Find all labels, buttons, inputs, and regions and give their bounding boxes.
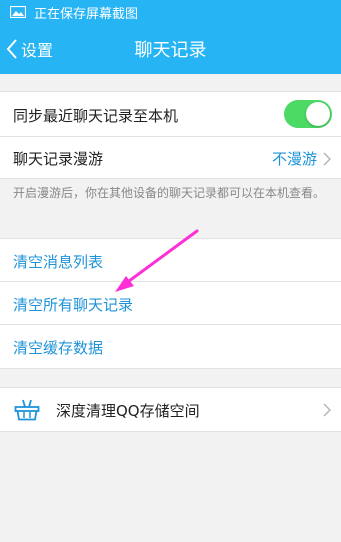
sync-label: 同步最近聊天记录至本机 (13, 107, 179, 125)
clear-cache-row[interactable]: 清空缓存数据 (0, 324, 341, 369)
app-header: 正在保存屏幕截图 设置 聊天记录 (0, 0, 341, 74)
chevron-right-icon (323, 403, 331, 417)
roaming-label: 聊天记录漫游 (13, 150, 104, 168)
status-text: 正在保存屏幕截图 (34, 6, 139, 22)
deep-clean-label: 深度清理QQ存储空间 (56, 402, 200, 420)
image-icon (10, 6, 26, 18)
roaming-value: 不漫游 (271, 150, 317, 168)
toggle-knob (306, 102, 330, 126)
sync-row: 同步最近聊天记录至本机 (0, 91, 341, 137)
chevron-right-icon (323, 152, 331, 166)
status-bar: 正在保存屏幕截图 (0, 0, 341, 24)
roaming-row[interactable]: 聊天记录漫游 不漫游 (0, 136, 341, 179)
deep-clean-row[interactable]: 深度清理QQ存储空间 (0, 387, 341, 432)
broom-basket-icon (14, 399, 40, 421)
nav-bar: 设置 聊天记录 (0, 24, 341, 74)
roaming-hint: 开启漫游后，你在其他设备的聊天记录都可以在本机查看。 (13, 186, 326, 200)
clear-all-chat-history-link[interactable]: 清空所有聊天记录 (13, 294, 133, 315)
clear-message-list-row[interactable]: 清空消息列表 (0, 238, 341, 282)
page-title: 聊天记录 (134, 40, 207, 61)
clear-cache-link[interactable]: 清空缓存数据 (13, 337, 103, 358)
clear-message-list-link[interactable]: 清空消息列表 (13, 251, 103, 272)
clear-all-chat-history-row[interactable]: 清空所有聊天记录 (0, 281, 341, 325)
sync-toggle[interactable] (284, 100, 332, 128)
